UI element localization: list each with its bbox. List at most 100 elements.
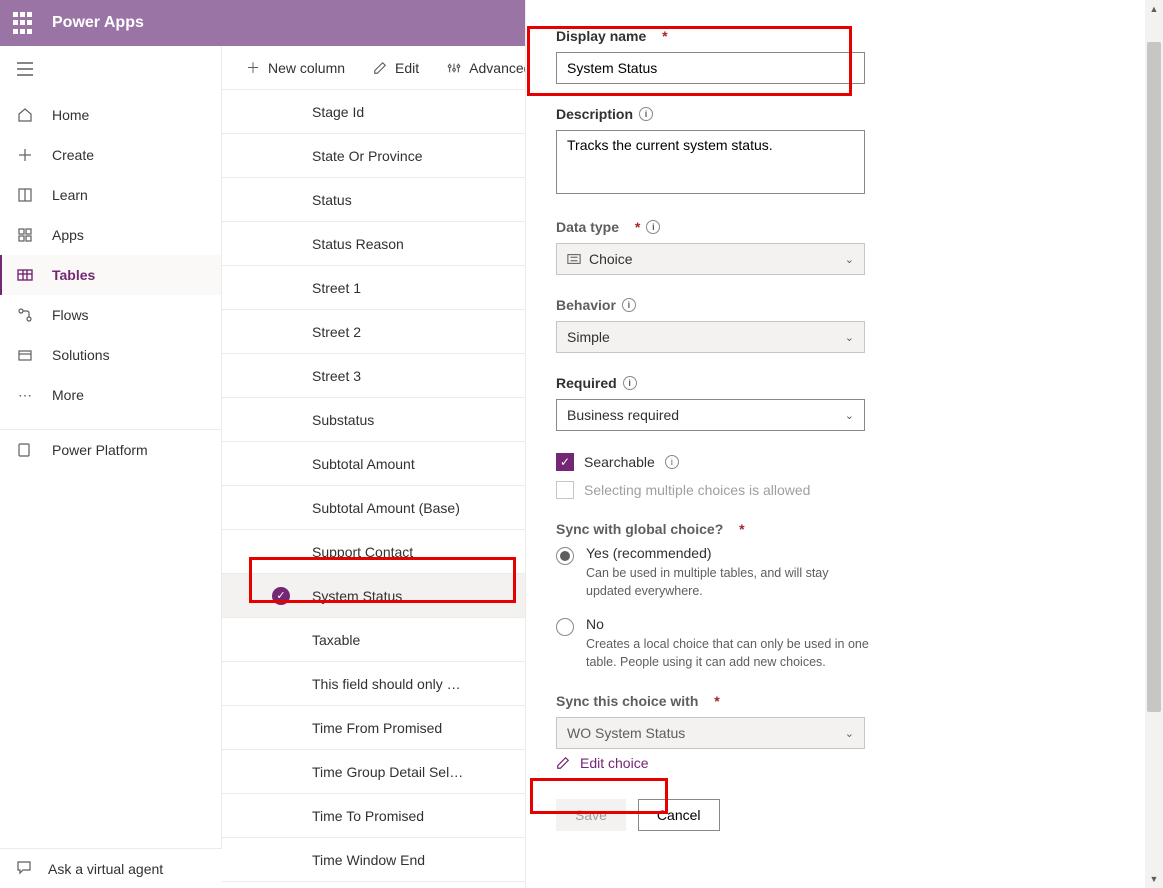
- app-launcher-icon[interactable]: [10, 11, 34, 35]
- sidebar-item-home[interactable]: Home: [0, 95, 221, 135]
- ask-agent-label: Ask a virtual agent: [48, 861, 163, 877]
- column-name: State Or Province: [312, 148, 423, 164]
- sidebar-item-label: Flows: [52, 307, 89, 323]
- app-title: Power Apps: [52, 14, 144, 32]
- sidebar-item-learn[interactable]: Learn: [0, 175, 221, 215]
- cancel-button[interactable]: Cancel: [638, 799, 720, 831]
- description-input[interactable]: [556, 130, 865, 194]
- pencil-icon: [556, 756, 570, 770]
- flow-icon: [16, 306, 34, 324]
- sync-with-label: Sync this choice with *: [556, 693, 1115, 709]
- sync-yes-option: Yes (recommended) Can be used in multipl…: [556, 545, 1115, 600]
- column-name: Time Window End: [312, 852, 425, 868]
- radio-yes-desc: Can be used in multiple tables, and will…: [586, 565, 876, 600]
- sidebar-item-solutions[interactable]: Solutions: [0, 335, 221, 375]
- radio-no-desc: Creates a local choice that can only be …: [586, 636, 876, 671]
- info-icon: i: [639, 107, 653, 121]
- home-icon: [16, 106, 34, 124]
- radio-yes-label: Yes (recommended): [586, 545, 876, 561]
- power-platform-icon: [16, 441, 34, 459]
- column-name: Substatus: [312, 412, 374, 428]
- required-label: Requiredi: [556, 375, 1115, 391]
- sidebar: Home Create Learn Apps Tables Flows Solu…: [0, 46, 222, 888]
- info-icon: i: [623, 376, 637, 390]
- cmd-label: New column: [268, 60, 345, 76]
- column-name: Street 1: [312, 280, 361, 296]
- sidebar-item-more[interactable]: ⋯ More: [0, 375, 221, 415]
- scroll-up-icon[interactable]: ▲: [1145, 0, 1163, 18]
- sidebar-item-power-platform[interactable]: Power Platform: [0, 429, 221, 469]
- table-icon: [16, 266, 34, 284]
- settings-icon: [447, 61, 461, 75]
- sidebar-item-apps[interactable]: Apps: [0, 215, 221, 255]
- scroll-down-icon[interactable]: ▼: [1145, 870, 1163, 888]
- checkmark-icon: ✓: [272, 587, 290, 605]
- required-select[interactable]: Business required⌄: [556, 399, 865, 431]
- save-button: Save: [556, 799, 626, 831]
- sync-global-label: Sync with global choice? *: [556, 521, 1115, 537]
- more-icon: ⋯: [16, 386, 34, 404]
- column-name: System Status: [312, 588, 402, 604]
- sidebar-item-create[interactable]: Create: [0, 135, 221, 175]
- edit-choice-button[interactable]: Edit choice: [556, 749, 1115, 777]
- searchable-label: Searchable: [584, 454, 655, 470]
- column-name: Subtotal Amount: [312, 456, 415, 472]
- pencil-icon: [373, 61, 387, 75]
- column-name: Subtotal Amount (Base): [312, 500, 460, 516]
- book-icon: [16, 186, 34, 204]
- column-name: Time From Promised: [312, 720, 442, 736]
- edit-choice-label: Edit choice: [580, 755, 648, 771]
- sidebar-item-label: Solutions: [52, 347, 110, 363]
- sidebar-item-flows[interactable]: Flows: [0, 295, 221, 335]
- scroll-thumb[interactable]: [1147, 42, 1161, 712]
- multi-checkbox: [556, 481, 574, 499]
- radio-yes: [556, 547, 574, 565]
- behavior-select: Simple⌄: [556, 321, 865, 353]
- searchable-checkbox-row[interactable]: ✓ Searchable i: [556, 453, 1115, 471]
- solutions-icon: [16, 346, 34, 364]
- data-type-select: Choice⌄: [556, 243, 865, 275]
- column-name: Status Reason: [312, 236, 404, 252]
- behavior-label: Behaviori: [556, 297, 1115, 313]
- column-name: Street 2: [312, 324, 361, 340]
- column-name: Support Contact: [312, 544, 413, 560]
- data-type-label: Data type *i: [556, 219, 1115, 235]
- column-name: Taxable: [312, 632, 360, 648]
- column-name: This field should only …: [312, 676, 461, 692]
- searchable-checkbox[interactable]: ✓: [556, 453, 574, 471]
- hamburger-icon[interactable]: [0, 60, 221, 95]
- sidebar-item-label: Learn: [52, 187, 88, 203]
- chat-icon: [16, 859, 32, 878]
- ask-virtual-agent[interactable]: Ask a virtual agent: [0, 848, 222, 888]
- info-icon: i: [646, 220, 660, 234]
- multi-checkbox-row: Selecting multiple choices is allowed: [556, 481, 1115, 499]
- sidebar-item-label: Apps: [52, 227, 84, 243]
- description-label: Descriptioni: [556, 106, 1115, 122]
- column-name: Status: [312, 192, 352, 208]
- display-name-input[interactable]: [556, 52, 865, 84]
- radio-no-label: No: [586, 616, 876, 632]
- sidebar-item-label: Power Platform: [52, 442, 148, 458]
- column-name: Time To Promised: [312, 808, 424, 824]
- vertical-scrollbar[interactable]: ▲ ▼: [1145, 0, 1163, 888]
- display-name-label: Display name *: [556, 28, 1115, 44]
- sync-no-option: No Creates a local choice that can only …: [556, 616, 1115, 671]
- sidebar-item-label: Home: [52, 107, 89, 123]
- edit-button[interactable]: Edit: [373, 60, 419, 76]
- column-name: Stage Id: [312, 104, 364, 120]
- advanced-button[interactable]: Advanced: [447, 60, 531, 76]
- sidebar-item-label: More: [52, 387, 84, 403]
- plus-icon: [16, 146, 34, 164]
- edit-column-panel: Display name * Descriptioni Data type *i…: [525, 0, 1145, 888]
- column-name: Street 3: [312, 368, 361, 384]
- sidebar-item-tables[interactable]: Tables: [0, 255, 221, 295]
- radio-no: [556, 618, 574, 636]
- choice-icon: [567, 252, 581, 266]
- new-column-button[interactable]: ＋ New column: [246, 58, 345, 78]
- sidebar-item-label: Create: [52, 147, 94, 163]
- sync-with-select: WO System Status⌄: [556, 717, 865, 749]
- plus-icon: ＋: [246, 58, 260, 78]
- info-icon: i: [665, 455, 679, 469]
- apps-icon: [16, 226, 34, 244]
- info-icon: i: [622, 298, 636, 312]
